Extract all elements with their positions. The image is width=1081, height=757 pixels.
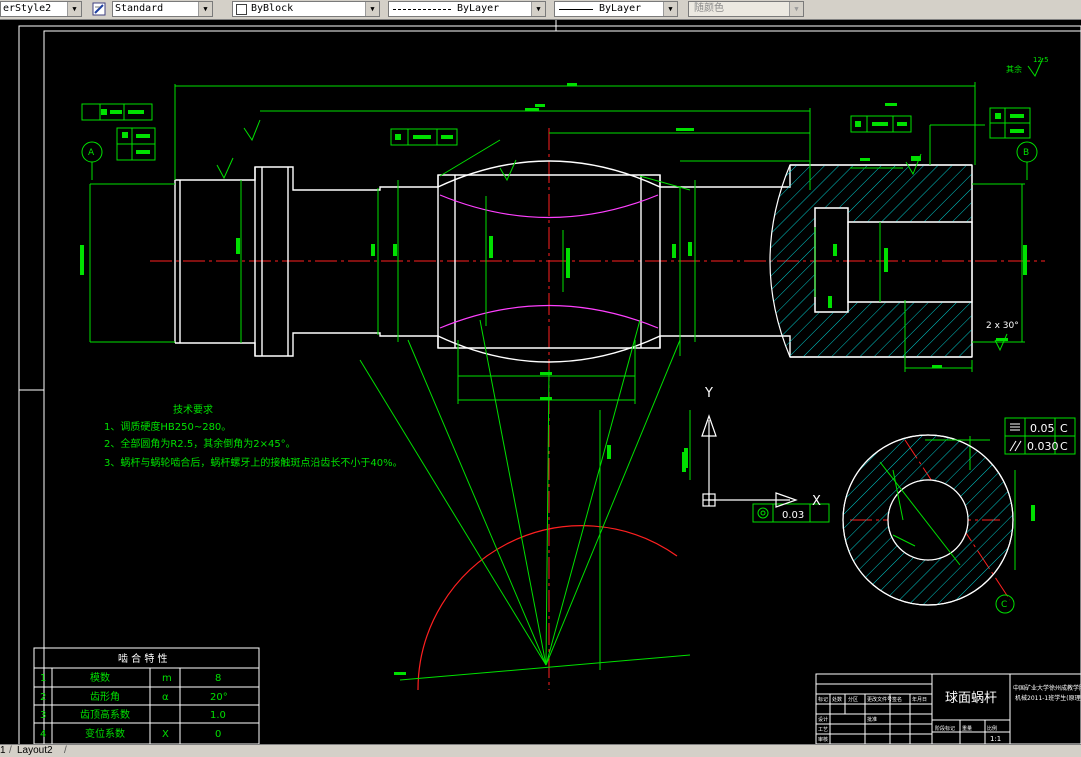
tb-label-approve: 批准 xyxy=(867,716,877,723)
linetype-sample-icon xyxy=(393,9,451,10)
datum-b-label: B xyxy=(1023,148,1029,158)
lineweight-value: ByLayer xyxy=(599,3,642,14)
datum-a-label: A xyxy=(88,148,95,158)
ucs-icon xyxy=(701,414,798,508)
properties-toolbar: erStyle2 ▼ Standard ▼ ByBlock ▼ ByLayer … xyxy=(0,0,1081,20)
tb-label-change: 更改文件号 xyxy=(867,696,892,703)
sheet-border xyxy=(18,20,1081,744)
text-style-dropdown[interactable]: erStyle2 ▼ xyxy=(0,1,82,17)
school-sub: 机械2011-1班学生(原理) xyxy=(1015,694,1081,702)
tb-label-count: 处数 xyxy=(832,696,842,703)
tb-label-date: 年月日 xyxy=(912,696,927,703)
surface-finish-label: 其余 xyxy=(1006,64,1022,74)
mesh-row-2-name: 齿形角 xyxy=(90,691,120,703)
color-value: ByBlock xyxy=(251,3,294,14)
chevron-down-icon[interactable]: ▼ xyxy=(789,2,803,16)
tb-label-zone: 分区 xyxy=(848,696,858,703)
mesh-row-3-no: 3 xyxy=(40,710,46,721)
tb-label-review: 审核 xyxy=(818,736,828,743)
ucs-x-label: X xyxy=(812,494,821,509)
tab-separator-icon: / xyxy=(64,745,67,756)
tech-title: 技术要求 xyxy=(173,403,213,416)
drawing-canvas[interactable]: A B C 其余 12.5 Y X 0.05 C 0.030 C 0.03 2 xyxy=(0,20,1081,744)
parallel-ref: C xyxy=(1060,440,1068,453)
flatness-value: 0.05 xyxy=(1030,422,1055,435)
mesh-row-1-no: 1 xyxy=(40,673,46,684)
color-dropdown[interactable]: ByBlock ▼ xyxy=(232,1,380,17)
tech-requirements: 技术要求 1、调质硬度HB250~280。 2、全部圆角为R2.5，其余倒角为2… xyxy=(104,403,403,469)
surface-finish-value: 12.5 xyxy=(1033,56,1049,64)
datum-c-label: C xyxy=(1001,600,1007,610)
tech-item-3: 3、蜗杆与蜗轮啮合后，蜗杆螺牙上的接触斑点沿齿长不小于40%。 xyxy=(104,456,403,469)
tb-label-design: 设计 xyxy=(818,716,828,723)
tb-label-weight: 重量 xyxy=(962,725,972,732)
mesh-row-4-name: 变位系数 xyxy=(85,727,125,740)
tb-label-process: 工艺 xyxy=(818,727,828,733)
plot-style-value: 随颜色 xyxy=(694,3,724,14)
part-name: 球面蜗杆 xyxy=(945,690,997,706)
mesh-row-2-sym: α xyxy=(162,692,169,703)
chevron-down-icon[interactable]: ▼ xyxy=(365,2,379,16)
mesh-row-4-val: 0 xyxy=(215,729,221,740)
mesh-row-4-sym: X xyxy=(162,729,169,740)
mesh-row-2-val: 20° xyxy=(210,692,228,703)
mesh-row-3-name: 齿顶高系数 xyxy=(80,708,130,721)
dim-style-dropdown[interactable]: Standard ▼ xyxy=(112,1,213,17)
cad-drawing: A B C 其余 12.5 Y X 0.05 C 0.030 C 0.03 2 xyxy=(18,20,1081,744)
parallel-value: 0.030 xyxy=(1027,440,1059,453)
flatness-ref: C xyxy=(1060,422,1068,435)
mesh-row-1-name: 模数 xyxy=(90,671,110,684)
mesh-row-4-no: 4 xyxy=(40,729,46,740)
color-swatch-icon xyxy=(236,4,247,15)
layout-tabbar: 1 / Layout2 / xyxy=(0,744,1081,757)
tech-item-1: 1、调质硬度HB250~280。 xyxy=(104,420,231,433)
mesh-row-1-val: 8 xyxy=(215,673,221,684)
dimension-style-icon[interactable] xyxy=(91,1,108,17)
plot-style-dropdown[interactable]: 随颜色 ▼ xyxy=(688,1,804,17)
tb-label-scale: 比例 xyxy=(987,725,997,732)
chevron-down-icon[interactable]: ▼ xyxy=(663,2,677,16)
tab-separator-icon: / xyxy=(9,745,12,756)
mesh-row-3-val: 1.0 xyxy=(210,710,226,721)
lineweight-dropdown[interactable]: ByLayer ▼ xyxy=(554,1,678,17)
school-name: 中国矿业大学徐州成教学院 xyxy=(1013,684,1081,692)
dim-style-value: Standard xyxy=(115,3,164,14)
mesh-table-title: 啮 合 特 性 xyxy=(118,652,168,665)
chevron-down-icon[interactable]: ▼ xyxy=(198,2,212,16)
tb-label-sign: 签名 xyxy=(892,696,902,703)
tab-layout1[interactable]: 1 xyxy=(0,745,6,756)
mesh-row-1-sym: m xyxy=(162,673,172,684)
chamfer-note: 2 x 30° xyxy=(986,321,1019,331)
mesh-table-text: 啮 合 特 性 1 模数 m 8 2 齿形角 α 20° 3 齿顶高系数 1.0… xyxy=(40,652,228,740)
tb-label-mark: 标记 xyxy=(818,696,828,703)
ucs-y-label: Y xyxy=(704,386,713,401)
chevron-down-icon[interactable]: ▼ xyxy=(67,2,81,16)
runout-value: 0.03 xyxy=(782,510,804,521)
linetype-dropdown[interactable]: ByLayer ▼ xyxy=(388,1,546,17)
linetype-value: ByLayer xyxy=(457,3,500,14)
chevron-down-icon[interactable]: ▼ xyxy=(531,2,545,16)
mesh-row-2-no: 2 xyxy=(40,692,46,703)
tb-label-stage: 阶段标记 xyxy=(935,725,955,732)
tab-layout2[interactable]: Layout2 xyxy=(17,745,53,756)
tech-item-2: 2、全部圆角为R2.5，其余倒角为2×45°。 xyxy=(104,437,296,450)
lineweight-sample-icon xyxy=(559,9,593,10)
cross-section-view xyxy=(842,434,1014,606)
scale-value: 1:1 xyxy=(990,735,1001,743)
text-style-value: erStyle2 xyxy=(3,3,52,14)
